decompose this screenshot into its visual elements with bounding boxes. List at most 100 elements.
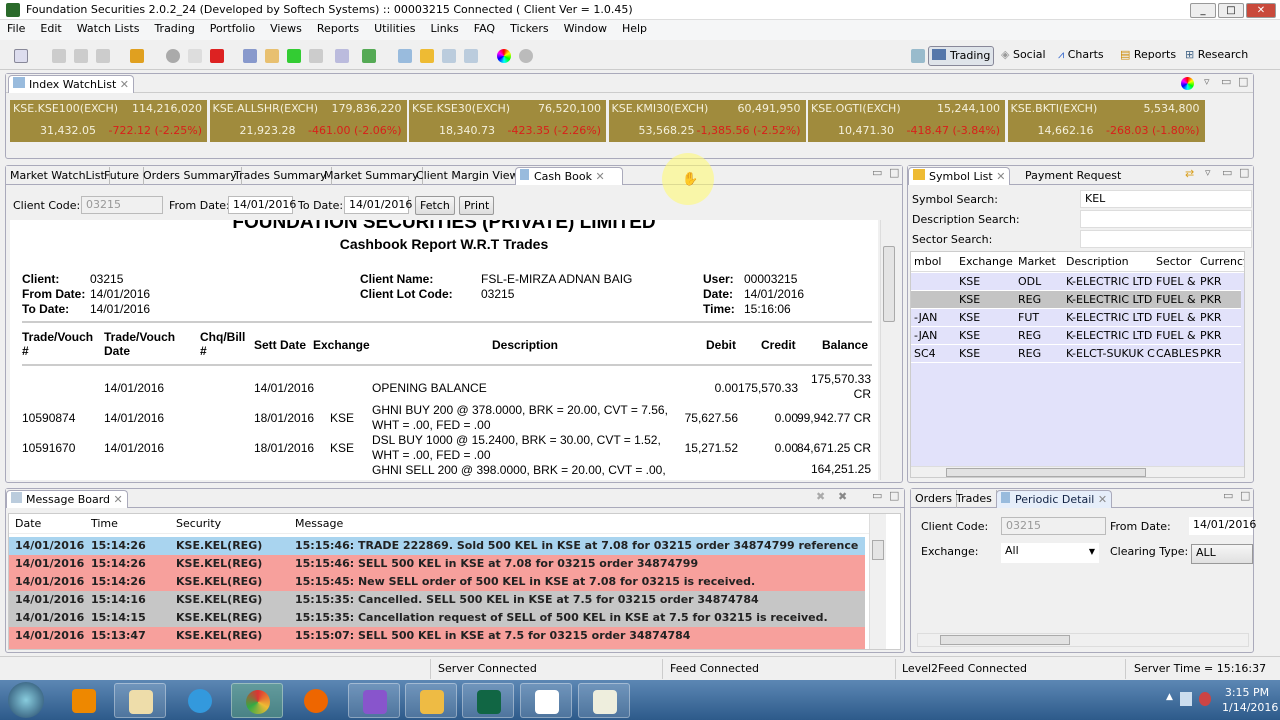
index-tile[interactable]: KSE.OGTI(EXCH) 15,244,100 10,471.30 -418.47… [808, 100, 1005, 142]
close-tab-icon[interactable]: ✕ [996, 170, 1005, 183]
sync-icon[interactable]: ⇄ [1185, 167, 1194, 180]
index-tile[interactable]: KSE.ALLSHR(EXCH) 179,836,220 21,923.28 -461… [209, 100, 407, 142]
taskbar-foundation[interactable] [578, 683, 630, 718]
col-sector[interactable]: Sector [1156, 252, 1191, 271]
maximize-view-icon[interactable]: □ [1238, 75, 1248, 88]
tab-market-watchlist[interactable]: Market WatchList [6, 167, 110, 185]
message-row[interactable]: 14/01/2016 15:14:15 KSE.KEL(REG) 15:15:35: … [9, 609, 865, 627]
print-button[interactable]: Print [459, 196, 495, 215]
minimize-view-icon[interactable]: ▭ [1222, 166, 1232, 179]
close-tab-icon[interactable]: ✕ [114, 493, 123, 506]
symbol-row[interactable]: -JAN KSE REG K-ELECTRIC LTD FUEL & PKR [911, 327, 1241, 345]
list-icon[interactable] [442, 49, 456, 63]
close-tab-icon[interactable]: ✕ [120, 78, 129, 91]
new-icon[interactable] [14, 49, 28, 63]
tab-message-board[interactable]: Message Board ✕ [6, 490, 128, 508]
col-market[interactable]: Market [1018, 252, 1056, 271]
maximize-view-icon[interactable]: □ [1240, 489, 1250, 502]
message-row[interactable]: 14/01/2016 15:14:26 KSE.KEL(REG) 15:15:46: … [9, 555, 865, 573]
taskbar-explorer[interactable] [114, 683, 166, 718]
show-hidden-icons[interactable]: ▲ [1166, 692, 1173, 702]
minimize-button[interactable]: _ [1190, 3, 1216, 18]
tab-index-watchlist[interactable]: Index WatchList ✕ [8, 75, 134, 93]
open-perspective-icon[interactable] [911, 49, 925, 63]
symbol-row[interactable]: SC4 KSE REG K-ELCT-SUKUK C CABLES PKR [911, 345, 1241, 363]
save-all-icon[interactable] [74, 49, 88, 63]
perspective-charts[interactable]: ⩘ Charts [1055, 46, 1107, 66]
perspective-research[interactable]: ⊞ Research [1182, 46, 1251, 66]
scroll-thumb[interactable] [872, 540, 884, 560]
message-row-partial[interactable] [9, 645, 865, 649]
tab-future[interactable]: Future [100, 167, 145, 185]
menu-views[interactable]: Views [263, 20, 310, 35]
settings-gear-icon[interactable] [519, 49, 533, 63]
tab-payment-request[interactable]: Payment Request [1021, 167, 1125, 185]
from-date-input[interactable]: 14/01/2016 [228, 196, 296, 214]
cancel-order-icon[interactable] [309, 49, 323, 63]
col-time[interactable]: Time [91, 514, 118, 534]
col-currency[interactable]: Currency [1200, 252, 1244, 271]
menu-file[interactable]: File [0, 20, 33, 35]
perspective-reports[interactable]: ▤ Reports [1117, 46, 1179, 66]
menu-faq[interactable]: FAQ [467, 20, 503, 35]
clearing-type-select[interactable]: ALL [1191, 544, 1253, 564]
col-date[interactable]: Date [15, 514, 41, 534]
message-row[interactable]: 14/01/2016 15:14:26 KSE.KEL(REG) 15:15:45: … [9, 573, 865, 591]
client-code-input[interactable]: 03215 [81, 196, 163, 214]
scroll-thumb[interactable] [946, 468, 1146, 477]
symbol-row[interactable]: KSE REG K-ELECTRIC LTD FUEL & PKR [911, 291, 1241, 309]
close-tab-icon[interactable]: ✕ [1098, 493, 1107, 506]
tab-periodic-detail[interactable]: Periodic Detail ✕ [996, 490, 1113, 508]
horizontal-scrollbar[interactable] [917, 633, 1249, 647]
clear-icon[interactable]: ✖ [816, 490, 825, 503]
horizontal-scrollbar[interactable] [911, 466, 1244, 477]
green-order-icon[interactable] [287, 49, 301, 63]
exchange-select[interactable]: All ▼ [1001, 543, 1099, 563]
clear-all-icon[interactable]: ✖ [838, 490, 847, 503]
sector-search-input[interactable] [1080, 230, 1252, 248]
message-row[interactable]: 14/01/2016 15:14:26 KSE.KEL(REG) 15:15:46: … [9, 537, 865, 569]
minimize-view-icon[interactable]: ▭ [1221, 75, 1231, 88]
tab-market-summary[interactable]: Market Summary [320, 167, 424, 185]
report-scrollbar[interactable] [880, 220, 897, 480]
menu-tickers[interactable]: Tickers [503, 20, 556, 35]
color-wheel-icon[interactable] [497, 49, 511, 63]
menu-utilities[interactable]: Utilities [367, 20, 423, 35]
taskbar-alert-app[interactable] [520, 683, 572, 718]
dollar-icon[interactable] [243, 49, 257, 63]
menu-links[interactable]: Links [424, 20, 467, 35]
index-tile[interactable]: KSE.BKTI(EXCH) 5,534,800 14,662.16 -268.03 … [1007, 100, 1205, 142]
col-description[interactable]: Description [1066, 252, 1129, 271]
pound-icon[interactable] [265, 49, 279, 63]
menu-edit[interactable]: Edit [33, 20, 69, 35]
edit-icon[interactable] [335, 49, 349, 63]
col-exchange[interactable]: Exchange [959, 252, 1013, 271]
message-row[interactable]: 14/01/2016 15:13:47 KSE.KEL(REG) 15:15:07: … [9, 627, 865, 645]
message-scrollbar[interactable] [869, 514, 886, 649]
money-icon[interactable] [362, 49, 376, 63]
from-date-input[interactable]: 14/01/2016 [1189, 517, 1256, 535]
stop-icon[interactable] [210, 49, 224, 63]
print-icon[interactable] [96, 49, 110, 63]
col-message[interactable]: Message [295, 514, 343, 534]
scroll-thumb[interactable] [940, 635, 1070, 645]
scroll-thumb[interactable] [883, 246, 895, 322]
symbol-search-input[interactable]: KEL [1080, 190, 1252, 208]
close-button[interactable]: ✕ [1246, 3, 1276, 18]
tab-symbol-list[interactable]: Symbol List ✕ [908, 167, 1011, 185]
coins-icon[interactable] [420, 49, 434, 63]
index-tile[interactable]: KSE.KMI30(EXCH) 60,491,950 53,568.25 -1,385… [608, 100, 806, 142]
menu-trading[interactable]: Trading [147, 20, 202, 35]
maximize-view-icon[interactable]: □ [1239, 166, 1249, 179]
maximize-button[interactable]: □ [1218, 3, 1244, 18]
tab-orders-summary[interactable]: Orders Summary [139, 167, 242, 185]
perspective-trading[interactable]: Trading [928, 46, 995, 66]
perspective-social[interactable]: ◈ Social [998, 46, 1049, 66]
taskbar-firefox[interactable] [290, 683, 342, 718]
index-tile[interactable]: KSE.KSE30(EXCH) 76,520,100 18,340.73 -423.3… [409, 100, 606, 142]
table-icon[interactable] [464, 49, 478, 63]
menu-watch-lists[interactable]: Watch Lists [70, 20, 148, 35]
minimize-view-icon[interactable]: ▭ [872, 166, 882, 179]
symbol-row[interactable]: KSE ODL K-ELECTRIC LTD FUEL & PKR [911, 273, 1241, 291]
view-menu-icon[interactable]: ▿ [1205, 166, 1211, 179]
